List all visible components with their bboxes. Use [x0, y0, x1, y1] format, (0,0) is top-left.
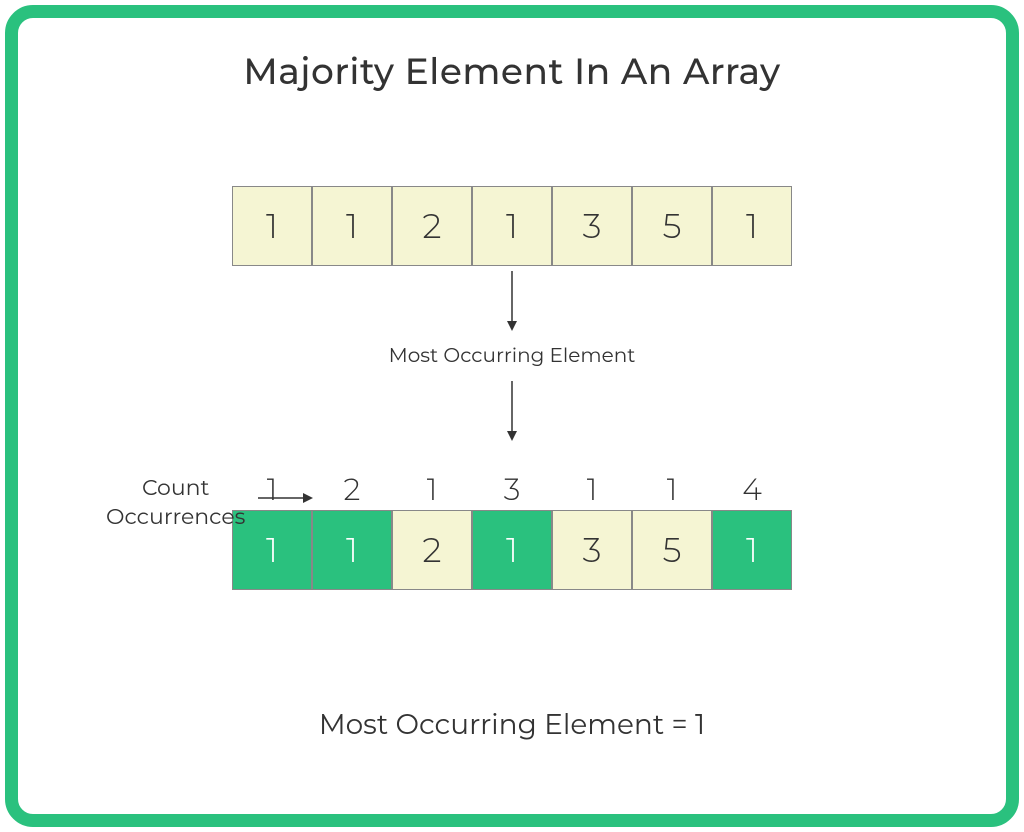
- count-value: 1: [552, 468, 632, 510]
- arrow-label: Most Occurring Element: [18, 344, 1006, 368]
- array-cell: 1: [712, 510, 792, 590]
- result-array: 1121351: [232, 510, 792, 590]
- count-section: Count Occurrences 1213114 1121351: [18, 468, 1006, 590]
- array-cell: 3: [552, 186, 632, 266]
- array-cell: 1: [232, 186, 312, 266]
- array-cell: 2: [392, 186, 472, 266]
- count-value: 1: [632, 468, 712, 510]
- diagram-frame: Majority Element In An Array 1121351 Mos…: [5, 5, 1019, 827]
- count-value: 1: [392, 468, 472, 510]
- arrow-down-icon: [502, 376, 522, 446]
- array-cell: 1: [712, 186, 792, 266]
- array-cell: 3: [552, 510, 632, 590]
- array-cell: 1: [312, 510, 392, 590]
- array-cell: 1: [312, 186, 392, 266]
- input-array: 1121351: [18, 186, 1006, 266]
- array-cell: 1: [472, 510, 552, 590]
- count-and-array-block: 1213114 1121351: [232, 468, 792, 590]
- count-value: 2: [312, 468, 392, 510]
- arrow-right-icon: [256, 488, 316, 508]
- array-cell: 2: [392, 510, 472, 590]
- arrow-down-icon: [502, 266, 522, 336]
- counts-row: 1213114: [232, 468, 792, 510]
- array-cell: 5: [632, 510, 712, 590]
- count-occurrences-label: Count Occurrences: [106, 474, 245, 531]
- result-text: Most Occurring Element = 1: [18, 708, 1006, 742]
- array-cell: 1: [472, 186, 552, 266]
- page-title: Majority Element In An Array: [18, 50, 1006, 94]
- count-value: 3: [472, 468, 552, 510]
- count-value: 4: [712, 468, 792, 510]
- array-cell: 5: [632, 186, 712, 266]
- arrow-section: Most Occurring Element: [18, 266, 1006, 446]
